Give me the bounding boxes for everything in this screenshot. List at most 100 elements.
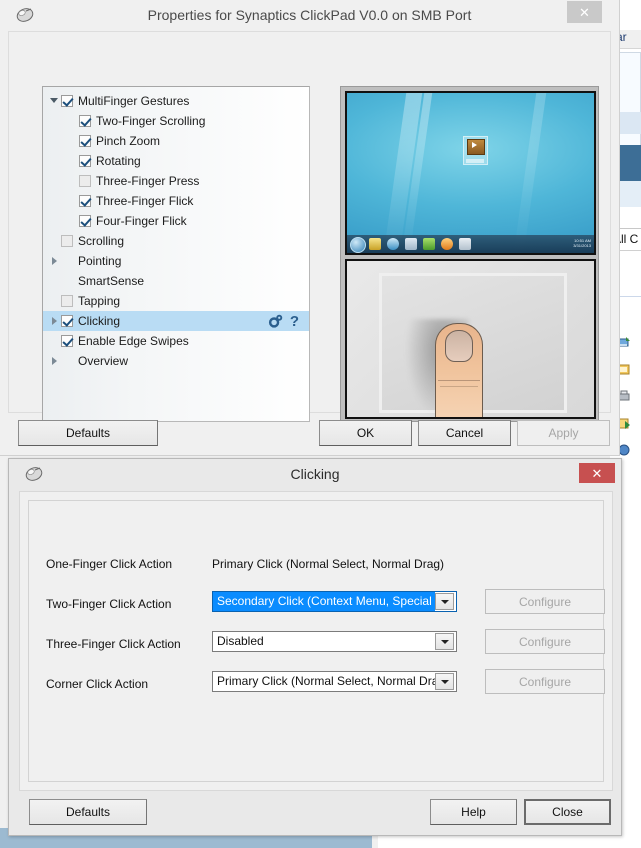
- taskbar-icon-2: [423, 238, 435, 250]
- checkbox-checked[interactable]: [61, 335, 73, 347]
- tree-item-label: Pointing: [78, 254, 122, 268]
- taskbar-icon-3: [459, 238, 471, 250]
- clicking-dialog: Clicking ✕ One-Finger Click Action Primar…: [8, 458, 622, 836]
- chevron-collapsed-icon[interactable]: [49, 251, 61, 271]
- checkbox-checked[interactable]: [79, 215, 91, 227]
- finger-graphic: [435, 323, 483, 417]
- checkbox-unchecked[interactable]: [61, 235, 73, 247]
- taskbar-icon-1: [369, 238, 381, 250]
- tree-item-two-finger-scrolling[interactable]: Two-Finger Scrolling: [43, 111, 309, 131]
- tree-item-overview[interactable]: Overview: [43, 351, 309, 371]
- click-action-value: Primary Click (Normal Select, Normal Dra…: [212, 557, 445, 571]
- help-button[interactable]: Help: [430, 799, 517, 825]
- desktop-taskbar: 10:51 AM 3/31/2013: [347, 235, 594, 253]
- click-action-label: Corner Click Action: [46, 677, 149, 691]
- checkbox-checked[interactable]: [79, 135, 91, 147]
- tree-item-label: Tapping: [78, 294, 121, 308]
- gesture-tree[interactable]: MultiFinger Gestures Two-Finger Scrolling…: [42, 86, 310, 422]
- click-action-dropdown[interactable]: Primary Click (Normal Select, Normal Dra…: [212, 671, 457, 692]
- configure-button: Configure: [485, 669, 605, 694]
- chevron-collapsed-icon[interactable]: [49, 311, 61, 331]
- tree-item-smartsense[interactable]: SmartSense: [43, 271, 309, 291]
- tree-item-label: Overview: [78, 354, 129, 368]
- tree-item-multifinger-gestures[interactable]: MultiFinger Gestures: [43, 91, 309, 111]
- clicking-button-row: Defaults Help Close: [19, 795, 613, 835]
- properties-content: MultiFinger Gestures Two-Finger Scrolling…: [8, 31, 611, 422]
- click-action-row: Three-Finger Click Action Disabled Configu…: [29, 629, 605, 661]
- checkbox-checked[interactable]: [79, 155, 91, 167]
- defaults-button[interactable]: Defaults: [29, 799, 147, 825]
- tree-item-label: Rotating: [96, 154, 141, 168]
- tree-item-label: Scrolling: [78, 234, 125, 248]
- help-icon[interactable]: ?: [290, 314, 299, 329]
- checkbox-checked[interactable]: [61, 315, 73, 327]
- tree-item-label: MultiFinger Gestures: [78, 94, 190, 108]
- clicking-titlebar[interactable]: Clicking ✕: [9, 459, 621, 489]
- tree-item-label: Clicking: [78, 314, 121, 328]
- tree-item-label: Pinch Zoom: [96, 134, 161, 148]
- tree-item-tapping[interactable]: Tapping: [43, 291, 309, 311]
- click-action-row: Two-Finger Click Action Secondary Click (…: [29, 589, 605, 621]
- desktop-wallpaper: 10:51 AM 3/31/2013: [347, 93, 594, 253]
- click-action-label: Two-Finger Click Action: [46, 597, 172, 611]
- chevron-collapsed-icon[interactable]: [49, 351, 61, 371]
- tree-item-label: Four-Finger Flick: [96, 214, 187, 228]
- checkbox-unchecked[interactable]: [79, 175, 91, 187]
- tree-item-four-finger-flick[interactable]: Four-Finger Flick: [43, 211, 309, 231]
- checkbox-checked[interactable]: [61, 95, 73, 107]
- click-action-group: One-Finger Click Action Primary Click (No…: [28, 500, 605, 782]
- click-action-dropdown[interactable]: Disabled: [212, 631, 457, 652]
- gear-icon[interactable]: [268, 314, 283, 329]
- chevron-down-icon[interactable]: [435, 673, 454, 690]
- tree-item-clicking[interactable]: Clicking?: [43, 311, 309, 331]
- touchpad-preview-image: [345, 259, 596, 419]
- tree-item-pointing[interactable]: Pointing: [43, 251, 309, 271]
- dropdown-value: Disabled: [217, 634, 264, 648]
- tree-item-label: Three-Finger Flick: [96, 194, 194, 208]
- tree-item-pinch-zoom[interactable]: Pinch Zoom: [43, 131, 309, 151]
- click-action-row: One-Finger Click Action Primary Click (No…: [29, 551, 603, 581]
- apply-button: Apply: [517, 420, 610, 446]
- click-action-dropdown[interactable]: Secondary Click (Context Menu, Special D…: [212, 591, 457, 612]
- cancel-button[interactable]: Cancel: [418, 420, 511, 446]
- tree-item-label: Three-Finger Press: [96, 174, 200, 188]
- preview-panel: 10:51 AM 3/31/2013: [340, 86, 599, 422]
- tree-item-rotating[interactable]: Rotating: [43, 151, 309, 171]
- checkbox-unchecked[interactable]: [61, 295, 73, 307]
- clicking-content: One-Finger Click Action Primary Click (No…: [19, 491, 613, 791]
- checkbox-checked[interactable]: [79, 195, 91, 207]
- properties-window: Properties for Synaptics ClickPad V0.0 o…: [0, 0, 620, 456]
- properties-titlebar[interactable]: Properties for Synaptics ClickPad V0.0 o…: [0, 0, 619, 30]
- tree-item-three-finger-flick[interactable]: Three-Finger Flick: [43, 191, 309, 211]
- chevron-expanded-icon[interactable]: [49, 91, 61, 111]
- tree-item-label: Enable Edge Swipes: [78, 334, 189, 348]
- click-action-label: One-Finger Click Action: [46, 557, 173, 571]
- fingernail: [445, 330, 473, 362]
- tree-item-scrolling[interactable]: Scrolling: [43, 231, 309, 251]
- taskbar-icon-media: [441, 238, 453, 250]
- checkbox-checked[interactable]: [79, 115, 91, 127]
- clicking-dialog-title: Clicking: [290, 466, 340, 482]
- ok-button[interactable]: OK: [319, 420, 412, 446]
- close-button[interactable]: ✕: [567, 1, 602, 23]
- page-title: Properties for Synaptics ClickPad V0.0 o…: [147, 7, 472, 23]
- screen: -ar All C: [0, 0, 641, 848]
- defaults-button[interactable]: Defaults: [18, 420, 158, 446]
- taskbar-icon-ie: [387, 238, 399, 250]
- close-dialog-button[interactable]: Close: [524, 799, 611, 825]
- tree-item-enable-edge-swipes[interactable]: Enable Edge Swipes: [43, 331, 309, 351]
- tree-row-actions: ?: [268, 311, 299, 331]
- tree-item-three-finger-press[interactable]: Three-Finger Press: [43, 171, 309, 191]
- close-button[interactable]: ✕: [579, 463, 615, 483]
- chevron-down-icon[interactable]: [435, 593, 454, 610]
- configure-button: Configure: [485, 629, 605, 654]
- chevron-down-icon[interactable]: [435, 633, 454, 650]
